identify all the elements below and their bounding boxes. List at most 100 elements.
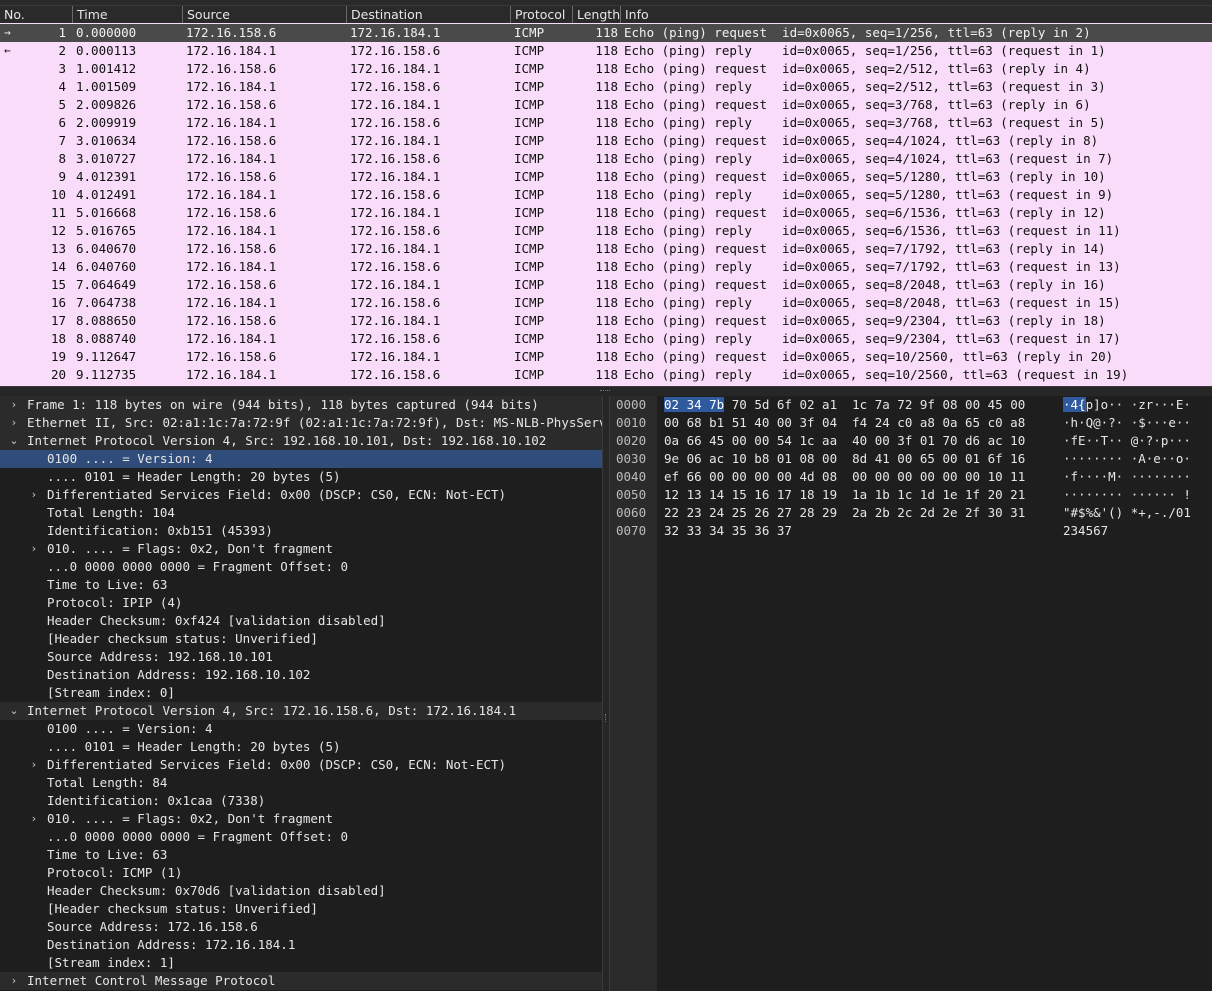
ascii-bytes[interactable]: ·4{p]o·· ·zr···E· (1063, 396, 1191, 414)
detail-section[interactable]: › Ethernet II, Src: 02:a1:1c:7a:72:9f (02… (0, 414, 602, 432)
detail-field[interactable]: › Differentiated Services Field: 0x00 (DS… (0, 486, 602, 504)
chevron-right-icon[interactable]: › (28, 540, 40, 558)
detail-field[interactable]: 0100 .... = Version: 4 (0, 450, 602, 468)
detail-field[interactable]: Header Checksum: 0x70d6 [validation disa… (0, 882, 602, 900)
hex-bytes[interactable]: 02 34 7b 70 5d 6f 02 a1 1c 7a 72 9f 08 0… (664, 396, 1025, 414)
detail-field[interactable]: Total Length: 84 (0, 774, 602, 792)
chevron-right-icon[interactable]: › (8, 972, 20, 990)
chevron-right-icon[interactable]: › (8, 414, 20, 432)
chevron-right-icon[interactable]: › (28, 486, 40, 504)
detail-field[interactable]: Source Address: 172.16.158.6 (0, 918, 602, 936)
packet-row[interactable]: 13 6.040670 172.16.158.6 172.16.184.1 ICMP 11… (0, 240, 1212, 258)
detail-section[interactable]: › Internet Control Message Protocol (0, 972, 602, 990)
packet-source: 172.16.184.1 (186, 115, 277, 130)
packet-bytes-pane[interactable]: 0000 02 34 7b 70 5d 6f 02 a1 1c 7a 72 9f … (610, 396, 1212, 991)
chevron-down-icon[interactable]: ⌄ (8, 702, 20, 720)
detail-field[interactable]: Header Checksum: 0xf424 [validation disa… (0, 612, 602, 630)
packet-row[interactable]: 16 7.064738 172.16.184.1 172.16.158.6 ICMP 11… (0, 294, 1212, 312)
packet-time: 9.112647 (76, 349, 137, 364)
detail-field[interactable]: Source Address: 192.168.10.101 (0, 648, 602, 666)
detail-field[interactable]: › 010. .... = Flags: 0x2, Don't fragment (0, 810, 602, 828)
detail-text: [Header checksum status: Unverified] (47, 631, 318, 646)
ascii-bytes[interactable]: "#$%&'() *+,-./01 (1063, 504, 1191, 522)
packet-list[interactable]: No. Time Source Destination Protocol Len… (0, 0, 1212, 386)
bytes-row: 0030 9e 06 ac 10 b8 01 08 00 8d 41 00 65 … (610, 450, 1212, 468)
detail-field[interactable]: .... 0101 = Header Length: 20 bytes (5) (0, 468, 602, 486)
packet-protocol: ICMP (514, 367, 545, 382)
detail-section[interactable]: ⌄ Internet Protocol Version 4, Src: 172.1… (0, 702, 602, 720)
packet-row[interactable]: 10 4.012491 172.16.184.1 172.16.158.6 ICMP 11… (0, 186, 1212, 204)
packet-row[interactable]: 20 9.112735 172.16.184.1 172.16.158.6 ICMP 11… (0, 366, 1212, 384)
detail-field[interactable]: ...0 0000 0000 0000 = Fragment Offset: 0 (0, 828, 602, 846)
hex-bytes[interactable]: ef 66 00 00 00 00 4d 08 00 00 00 00 00 0… (664, 468, 1025, 486)
packet-row[interactable]: 14 6.040760 172.16.184.1 172.16.158.6 ICMP 11… (0, 258, 1212, 276)
detail-field[interactable]: 0100 .... = Version: 4 (0, 720, 602, 738)
hex-bytes[interactable]: 32 33 34 35 36 37 (664, 522, 792, 540)
packet-row[interactable]: 9 4.012391 172.16.158.6 172.16.184.1 ICMP 118… (0, 168, 1212, 186)
packet-protocol: ICMP (514, 313, 545, 328)
packet-row[interactable]: ← 2 0.000113 172.16.184.1 172.16.158.6 ICMP 11… (0, 42, 1212, 60)
column-header-source[interactable]: Source (182, 6, 346, 23)
packet-row[interactable]: 11 5.016668 172.16.158.6 172.16.184.1 ICMP 11… (0, 204, 1212, 222)
detail-field[interactable]: [Header checksum status: Unverified] (0, 630, 602, 648)
detail-field[interactable]: Time to Live: 63 (0, 576, 602, 594)
ascii-bytes[interactable]: ········ ·A·e··o· (1063, 450, 1191, 468)
packet-destination: 172.16.184.1 (350, 133, 441, 148)
detail-field[interactable]: Destination Address: 192.168.10.102 (0, 666, 602, 684)
detail-field[interactable]: Total Length: 104 (0, 504, 602, 522)
chevron-right-icon[interactable]: › (28, 810, 40, 828)
horizontal-splitter[interactable] (0, 386, 1212, 396)
ascii-bytes[interactable]: ·h·Q@·?· ·$···e·· (1063, 414, 1191, 432)
detail-text: Frame 1: 118 bytes on wire (944 bits), 1… (27, 397, 539, 412)
detail-field[interactable]: Destination Address: 172.16.184.1 (0, 936, 602, 954)
column-header-length[interactable]: Length (572, 6, 620, 23)
detail-section[interactable]: ⌄ Internet Protocol Version 4, Src: 192.1… (0, 432, 602, 450)
ascii-bytes[interactable]: 234567 (1063, 522, 1108, 540)
chevron-right-icon[interactable]: › (28, 756, 40, 774)
column-header-no[interactable]: No. (0, 6, 72, 23)
detail-field[interactable]: [Header checksum status: Unverified] (0, 900, 602, 918)
vertical-splitter[interactable] (602, 396, 610, 991)
detail-field[interactable]: ...0 0000 0000 0000 = Fragment Offset: 0 (0, 558, 602, 576)
detail-field[interactable]: › 010. .... = Flags: 0x2, Don't fragment (0, 540, 602, 558)
packet-row[interactable]: 7 3.010634 172.16.158.6 172.16.184.1 ICMP 118… (0, 132, 1212, 150)
column-header-destination[interactable]: Destination (346, 6, 510, 23)
hex-bytes[interactable]: 9e 06 ac 10 b8 01 08 00 8d 41 00 65 00 0… (664, 450, 1025, 468)
packet-row[interactable]: 17 8.088650 172.16.158.6 172.16.184.1 ICMP 11… (0, 312, 1212, 330)
detail-field[interactable]: .... 0101 = Header Length: 20 bytes (5) (0, 738, 602, 756)
packet-row[interactable]: 3 1.001412 172.16.158.6 172.16.184.1 ICMP 118… (0, 60, 1212, 78)
hex-bytes[interactable]: 22 23 24 25 26 27 28 29 2a 2b 2c 2d 2e 2… (664, 504, 1025, 522)
column-header-protocol[interactable]: Protocol (510, 6, 572, 23)
packet-row[interactable]: 18 8.088740 172.16.184.1 172.16.158.6 ICMP 11… (0, 330, 1212, 348)
hex-bytes[interactable]: 12 13 14 15 16 17 18 19 1a 1b 1c 1d 1e 1… (664, 486, 1025, 504)
packet-row[interactable]: 6 2.009919 172.16.184.1 172.16.158.6 ICMP 118… (0, 114, 1212, 132)
packet-no: 7 (58, 133, 66, 148)
chevron-down-icon[interactable]: ⌄ (8, 432, 20, 450)
hex-bytes[interactable]: 00 68 b1 51 40 00 3f 04 f4 24 c0 a8 0a 6… (664, 414, 1025, 432)
detail-field[interactable]: [Stream index: 0] (0, 684, 602, 702)
packet-row[interactable]: 8 3.010727 172.16.184.1 172.16.158.6 ICMP 118… (0, 150, 1212, 168)
packet-row[interactable]: 4 1.001509 172.16.184.1 172.16.158.6 ICMP 118… (0, 78, 1212, 96)
detail-section[interactable]: › Frame 1: 118 bytes on wire (944 bits), … (0, 396, 602, 414)
detail-field[interactable]: Identification: 0x1caa (7338) (0, 792, 602, 810)
ascii-bytes[interactable]: ·f····M· ········ (1063, 468, 1191, 486)
packet-row[interactable]: 19 9.112647 172.16.158.6 172.16.184.1 ICMP 11… (0, 348, 1212, 366)
packet-no: 13 (50, 241, 66, 256)
detail-field[interactable]: Identification: 0xb151 (45393) (0, 522, 602, 540)
detail-field[interactable]: Time to Live: 63 (0, 846, 602, 864)
packet-row[interactable]: 5 2.009826 172.16.158.6 172.16.184.1 ICMP 118… (0, 96, 1212, 114)
column-header-info[interactable]: Info (620, 6, 1212, 23)
ascii-bytes[interactable]: ········ ······ ! (1063, 486, 1191, 504)
detail-field[interactable]: Protocol: ICMP (1) (0, 864, 602, 882)
detail-field[interactable]: › Differentiated Services Field: 0x00 (DS… (0, 756, 602, 774)
detail-field[interactable]: [Stream index: 1] (0, 954, 602, 972)
packet-details-tree[interactable]: › Frame 1: 118 bytes on wire (944 bits), … (0, 396, 602, 991)
packet-row[interactable]: 15 7.064649 172.16.158.6 172.16.184.1 ICMP 11… (0, 276, 1212, 294)
chevron-right-icon[interactable]: › (8, 396, 20, 414)
column-header-time[interactable]: Time (72, 6, 182, 23)
packet-row[interactable]: 12 5.016765 172.16.184.1 172.16.158.6 ICMP 11… (0, 222, 1212, 240)
packet-row[interactable]: → 1 0.000000 172.16.158.6 172.16.184.1 ICMP 11… (0, 24, 1212, 42)
detail-field[interactable]: Protocol: IPIP (4) (0, 594, 602, 612)
ascii-bytes[interactable]: ·fE··T·· @·?·p··· (1063, 432, 1191, 450)
hex-bytes[interactable]: 0a 66 45 00 00 54 1c aa 40 00 3f 01 70 d… (664, 432, 1025, 450)
